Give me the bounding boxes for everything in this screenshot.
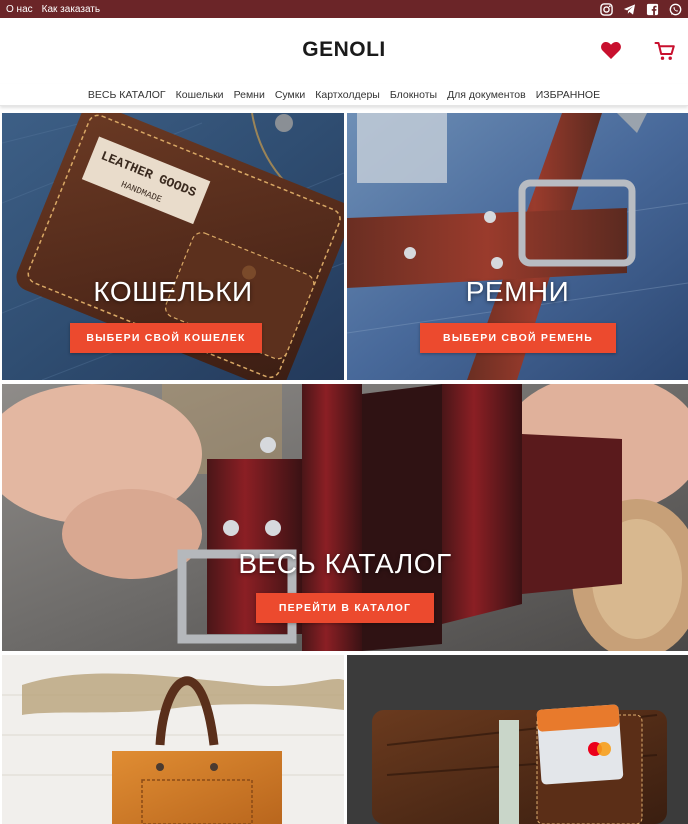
nav-item-favorites[interactable]: ИЗБРАННОЕ [536,89,600,101]
bags-tile[interactable] [2,655,344,824]
belts-tile[interactable]: РЕМНИ ВЫБЕРИ СВОЙ РЕМЕНЬ [347,113,688,380]
social-links [600,2,682,16]
telegram-icon[interactable] [623,3,636,16]
top-bar: О нас Как заказать [0,0,688,18]
cardholders-tile[interactable] [347,655,688,824]
heart-icon[interactable] [600,40,622,60]
whatsapp-icon[interactable] [669,3,682,16]
nav-item-bags[interactable]: Сумки [275,89,305,101]
site-header: GENOLI [0,18,688,84]
nav-item-cardholders[interactable]: Картхолдеры [315,89,380,101]
facebook-icon[interactable] [646,3,659,16]
catalog-tile[interactable]: ВЕСЬ КАТАЛОГ ПЕРЕЙТИ В КАТАЛОГ [2,384,688,651]
how-to-order-link[interactable]: Как заказать [42,4,100,15]
cardholder-photo [347,655,688,824]
choose-wallet-button[interactable]: ВЫБЕРИ СВОЙ КОШЕЛЕК [70,323,262,353]
wallets-title: КОШЕЛЬКИ [93,276,253,307]
wallets-tile[interactable]: LEATHER GOODS HANDMADE КОШЕЛЬКИ ВЫБЕРИ С… [2,113,344,380]
nav-item-notebooks[interactable]: Блокноты [390,89,437,101]
choose-belt-button[interactable]: ВЫБЕРИ СВОЙ РЕМЕНЬ [420,323,616,353]
bag-photo [2,655,344,824]
belts-title: РЕМНИ [465,276,570,307]
topbar-links: О нас Как заказать [6,4,100,15]
nav-item-catalog[interactable]: ВЕСЬ КАТАЛОГ [88,89,166,101]
site-logo[interactable]: GENOLI [0,38,688,62]
go-to-catalog-button[interactable]: ПЕРЕЙТИ В КАТАЛОГ [256,593,434,623]
catalog-title: ВЕСЬ КАТАЛОГ [238,548,452,579]
cart-icon[interactable] [654,40,676,62]
nav-item-belts[interactable]: Ремни [234,89,265,101]
nav-item-wallets[interactable]: Кошельки [176,89,224,101]
nav-item-documents[interactable]: Для документов [447,89,526,101]
main-nav: ВЕСЬ КАТАЛОГ Кошельки Ремни Сумки Картхо… [0,84,688,106]
instagram-icon[interactable] [600,2,613,16]
about-link[interactable]: О нас [6,4,33,15]
